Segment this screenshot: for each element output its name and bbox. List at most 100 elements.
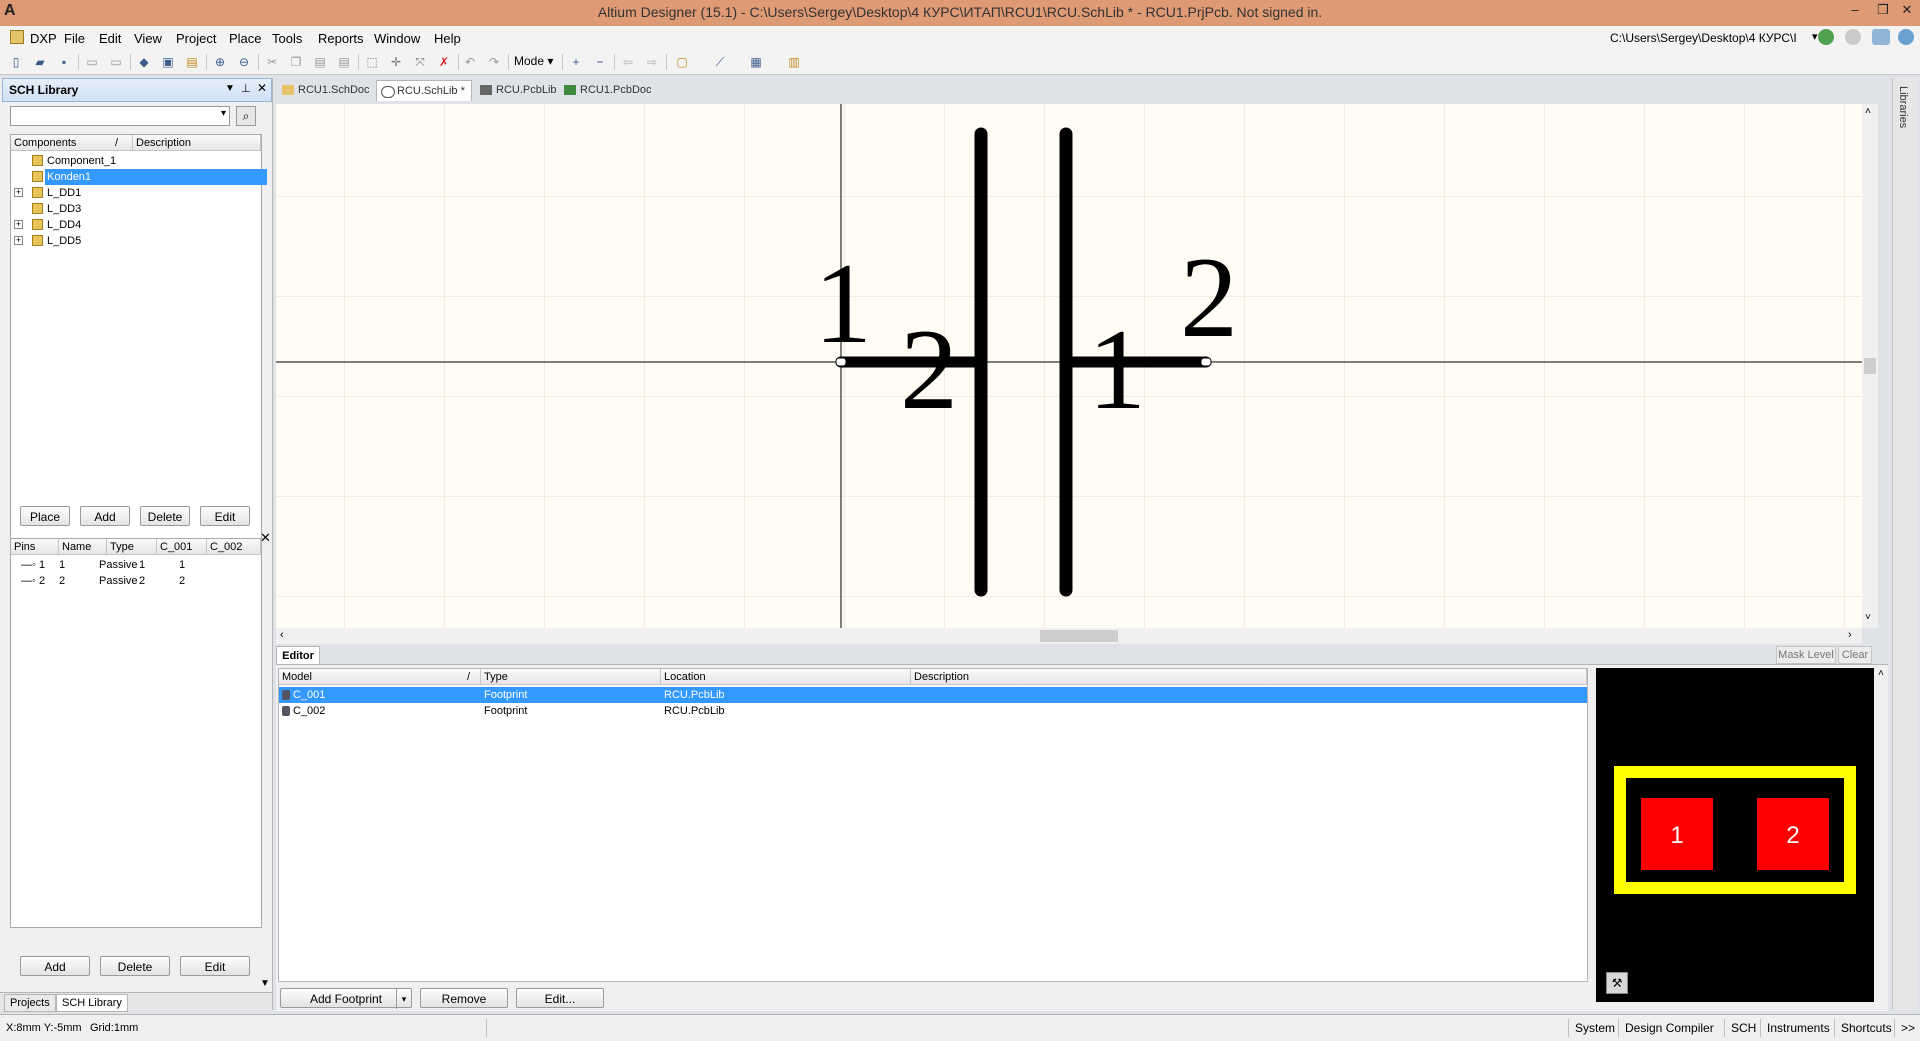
search-button[interactable]: ⌕ bbox=[236, 106, 256, 126]
expand-icon[interactable]: + bbox=[14, 188, 23, 197]
print-preview-icon[interactable]: ▭ bbox=[108, 54, 124, 70]
wrench-icon[interactable]: ⚒ bbox=[1606, 972, 1628, 994]
add-component-button[interactable]: Add bbox=[80, 506, 130, 526]
component-item[interactable]: Component_1 bbox=[11, 153, 261, 169]
menu-window[interactable]: Window bbox=[374, 31, 420, 46]
tab-rcu-schlib[interactable]: RCU.SchLib * bbox=[376, 80, 472, 101]
status-instruments[interactable]: Instruments bbox=[1760, 1019, 1836, 1037]
expand-icon[interactable]: + bbox=[14, 236, 23, 245]
description-header[interactable]: Description bbox=[911, 669, 1587, 685]
edit-pin-button[interactable]: Edit bbox=[180, 956, 250, 976]
clear-filter-icon[interactable]: ✗ bbox=[436, 54, 452, 70]
new-icon[interactable]: ▯ bbox=[8, 54, 24, 70]
c001-header[interactable]: C_001 bbox=[157, 539, 207, 555]
schematic-canvas[interactable]: 1 2 2 1 bbox=[276, 104, 1862, 628]
add-footprint-button[interactable]: Add Footprint ▾ bbox=[280, 988, 412, 1009]
edit-component-button[interactable]: Edit bbox=[200, 506, 250, 526]
menu-place[interactable]: Place bbox=[229, 31, 262, 46]
scroll-down-icon[interactable]: ˅ bbox=[1865, 612, 1871, 623]
menu-help[interactable]: Help bbox=[434, 31, 461, 46]
layers-icon[interactable]: ◆ bbox=[136, 54, 152, 70]
edit-model-button[interactable]: Edit... bbox=[516, 988, 604, 1008]
menu-file[interactable]: File bbox=[64, 31, 85, 46]
components-header[interactable]: Components / bbox=[11, 135, 133, 151]
print-icon[interactable]: ▭ bbox=[84, 54, 100, 70]
copy-icon[interactable]: ❐ bbox=[288, 54, 304, 70]
name-header[interactable]: Name bbox=[59, 539, 107, 555]
menu-view[interactable]: View bbox=[134, 31, 162, 46]
drawing-tools-icon[interactable]: ⟋ bbox=[712, 54, 728, 70]
remove-button[interactable]: Remove bbox=[420, 988, 508, 1008]
scroll-left-icon[interactable]: ‹ bbox=[280, 629, 284, 641]
panel-menu-icon[interactable]: ▼ bbox=[225, 83, 235, 94]
component-item[interactable]: L_DD3 bbox=[11, 201, 261, 217]
status-system[interactable]: System bbox=[1568, 1019, 1621, 1037]
status-design-compiler[interactable]: Design Compiler bbox=[1618, 1019, 1720, 1037]
tab-rcu-pcblib[interactable]: RCU.PcbLib bbox=[476, 80, 563, 100]
close-button[interactable]: ✕ bbox=[1892, 0, 1920, 22]
folder-icon[interactable]: ▤ bbox=[184, 54, 200, 70]
type-header[interactable]: Type bbox=[107, 539, 157, 555]
model-row[interactable]: C_001 Footprint RCU.PcbLib bbox=[279, 687, 1587, 703]
status-more[interactable]: >> bbox=[1894, 1019, 1920, 1037]
status-shortcuts[interactable]: Shortcuts bbox=[1834, 1019, 1898, 1037]
model-row[interactable]: C_002 Footprint RCU.PcbLib bbox=[279, 703, 1587, 719]
select-area-icon[interactable]: ⬚ bbox=[364, 54, 380, 70]
scroll-right-icon[interactable]: › bbox=[1848, 629, 1852, 641]
back-icon[interactable] bbox=[1845, 29, 1861, 45]
move-icon[interactable]: ✛ bbox=[388, 54, 404, 70]
tab-projects[interactable]: Projects bbox=[4, 994, 56, 1012]
editor-tab[interactable]: Editor bbox=[276, 646, 320, 666]
place-part-icon[interactable]: ▢ bbox=[674, 54, 690, 70]
scroll-up-icon[interactable]: ˄ bbox=[1865, 106, 1871, 117]
clear-button[interactable]: Clear bbox=[1838, 646, 1872, 664]
add-icon[interactable]: + bbox=[568, 54, 584, 70]
board-icon[interactable]: ▣ bbox=[160, 54, 176, 70]
expand-icon[interactable]: + bbox=[14, 220, 23, 229]
location-header[interactable]: Location bbox=[661, 669, 911, 685]
component-item[interactable]: + L_DD4 bbox=[11, 217, 261, 233]
chevron-down-icon[interactable]: ▾ bbox=[396, 989, 411, 1009]
next-icon[interactable]: ⇨ bbox=[644, 54, 660, 70]
pin-row[interactable]: —◦ 2 2 Passive 2 2 bbox=[13, 573, 259, 589]
remove-icon[interactable]: − bbox=[592, 54, 608, 70]
description-header[interactable]: Description bbox=[133, 135, 261, 151]
component-item[interactable]: Konden1 bbox=[11, 169, 267, 185]
zoom-in-icon[interactable]: ⊕ bbox=[212, 54, 228, 70]
component-item[interactable]: + L_DD5 bbox=[11, 233, 261, 249]
cut-icon[interactable]: ✂ bbox=[264, 54, 280, 70]
tab-rcu1-schdoc[interactable]: RCU1.SchDoc bbox=[278, 80, 376, 100]
redo-icon[interactable]: ↷ bbox=[486, 54, 502, 70]
type-header[interactable]: Type bbox=[481, 669, 661, 685]
menu-tools[interactable]: Tools bbox=[272, 31, 302, 46]
add-pin-button[interactable]: Add bbox=[20, 956, 90, 976]
deselect-icon[interactable]: ⤧ bbox=[412, 54, 428, 70]
dropdown-arrow-icon[interactable]: ▾ bbox=[1812, 30, 1818, 43]
save-icon[interactable]: ▪ bbox=[56, 54, 72, 70]
menu-edit[interactable]: Edit bbox=[99, 31, 121, 46]
minimize-button[interactable]: – bbox=[1840, 0, 1870, 22]
pin-row[interactable]: —◦ 1 1 Passive 1 1 bbox=[13, 557, 259, 573]
forward-icon[interactable] bbox=[1818, 29, 1834, 45]
delete-pin-button[interactable]: Delete bbox=[100, 956, 170, 976]
home-icon[interactable] bbox=[1872, 29, 1890, 45]
footprint-preview[interactable]: 1 2 ⚒ bbox=[1596, 668, 1874, 1002]
path-dropdown[interactable]: C:\Users\Sergey\Desktop\4 КУРС\I bbox=[1610, 29, 1810, 47]
delete-component-button[interactable]: Delete bbox=[140, 506, 190, 526]
pin-icon[interactable]: ⊥ bbox=[241, 82, 251, 95]
previous-icon[interactable]: ⇦ bbox=[620, 54, 636, 70]
horizontal-scrollbar[interactable]: ‹ › bbox=[276, 628, 1862, 644]
grid-icon[interactable]: ▦ bbox=[748, 54, 764, 70]
model-header[interactable]: Model / bbox=[279, 669, 481, 685]
zoom-out-icon[interactable]: ⊖ bbox=[236, 54, 252, 70]
libraries-strip[interactable]: Libraries bbox=[1892, 78, 1917, 1010]
mask-level-button[interactable]: Mask Level bbox=[1776, 646, 1836, 664]
panel-close-icon[interactable]: ✕ bbox=[257, 81, 267, 95]
chevron-down-icon[interactable]: ▾ bbox=[221, 108, 226, 119]
vertical-scrollbar[interactable]: ˄ ˅ bbox=[1862, 104, 1878, 628]
component-search-input[interactable]: ▾ bbox=[10, 106, 230, 126]
rubber-stamp-icon[interactable]: ▤ bbox=[336, 54, 352, 70]
paste-icon[interactable]: ▤ bbox=[312, 54, 328, 70]
scroll-up-icon[interactable]: ˄ bbox=[1878, 668, 1884, 679]
horizontal-scroll-thumb[interactable] bbox=[1040, 630, 1118, 642]
